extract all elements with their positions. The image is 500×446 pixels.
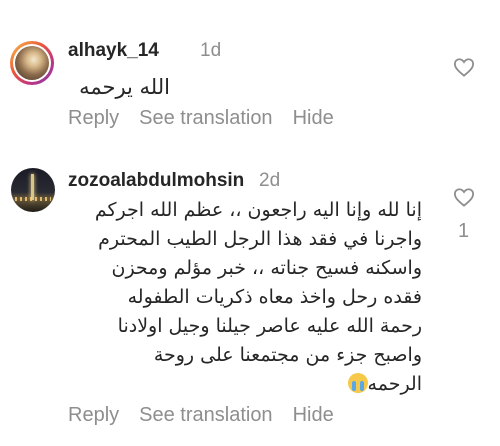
comment-username[interactable]: alhayk_14 (68, 40, 159, 62)
comment-text: الله يرحمه (79, 75, 170, 99)
avatar-image-detail (15, 197, 51, 201)
like-count[interactable]: 1 (458, 220, 469, 243)
comment-text: إنا لله وإنا اليه راجعون ،، عظم الله اجر… (58, 196, 422, 399)
heart-icon[interactable] (453, 187, 475, 207)
crying-face-icon (347, 373, 368, 393)
heart-icon[interactable] (453, 57, 475, 77)
avatar-image (15, 46, 49, 80)
comment-text-line: الرحمه (367, 373, 422, 395)
comment-2: zozoalabdulmohsin 2d إنا لله وإنا اليه ر… (0, 150, 500, 446)
comment-timestamp: 1d (200, 40, 222, 61)
comment-1: alhayk_14 1d الله يرحمه Reply See transla… (0, 0, 500, 150)
hide-button[interactable]: Hide (293, 107, 334, 129)
comment-text-line: واصبح جزء من مجتمعنا على روحة (153, 344, 422, 366)
reply-button[interactable]: Reply (68, 404, 119, 426)
reply-button[interactable]: Reply (68, 107, 119, 129)
avatar[interactable] (10, 41, 54, 85)
comment-text-line: واجرنا في فقد هذا الرجل الطيب المحترم (98, 228, 422, 250)
comment-text-line: فقده رحل واخذ معاه ذكريات الطفوله (127, 286, 422, 308)
comment-text-line-last: الرحمه (58, 370, 422, 399)
comment-text-line: واسكنه فسيح جناته ،، خبر مؤلم ومحزن (111, 257, 422, 279)
comment-username[interactable]: zozoalabdulmohsin (68, 170, 244, 192)
see-translation-button[interactable]: See translation (139, 107, 272, 129)
comment-timestamp: 2d (259, 170, 281, 191)
comment-text-line: إنا لله وإنا اليه راجعون ،، عظم الله اجر… (94, 199, 422, 221)
hide-button[interactable]: Hide (293, 404, 334, 426)
comment-text-line: رحمة الله عليه عاصر جيلنا وجيل اولادنا (117, 315, 422, 337)
avatar[interactable] (11, 168, 55, 212)
comment-actions: Reply See translation Hide (68, 107, 354, 130)
comment-actions: Reply See translation Hide (68, 404, 354, 427)
see-translation-button[interactable]: See translation (139, 404, 272, 426)
